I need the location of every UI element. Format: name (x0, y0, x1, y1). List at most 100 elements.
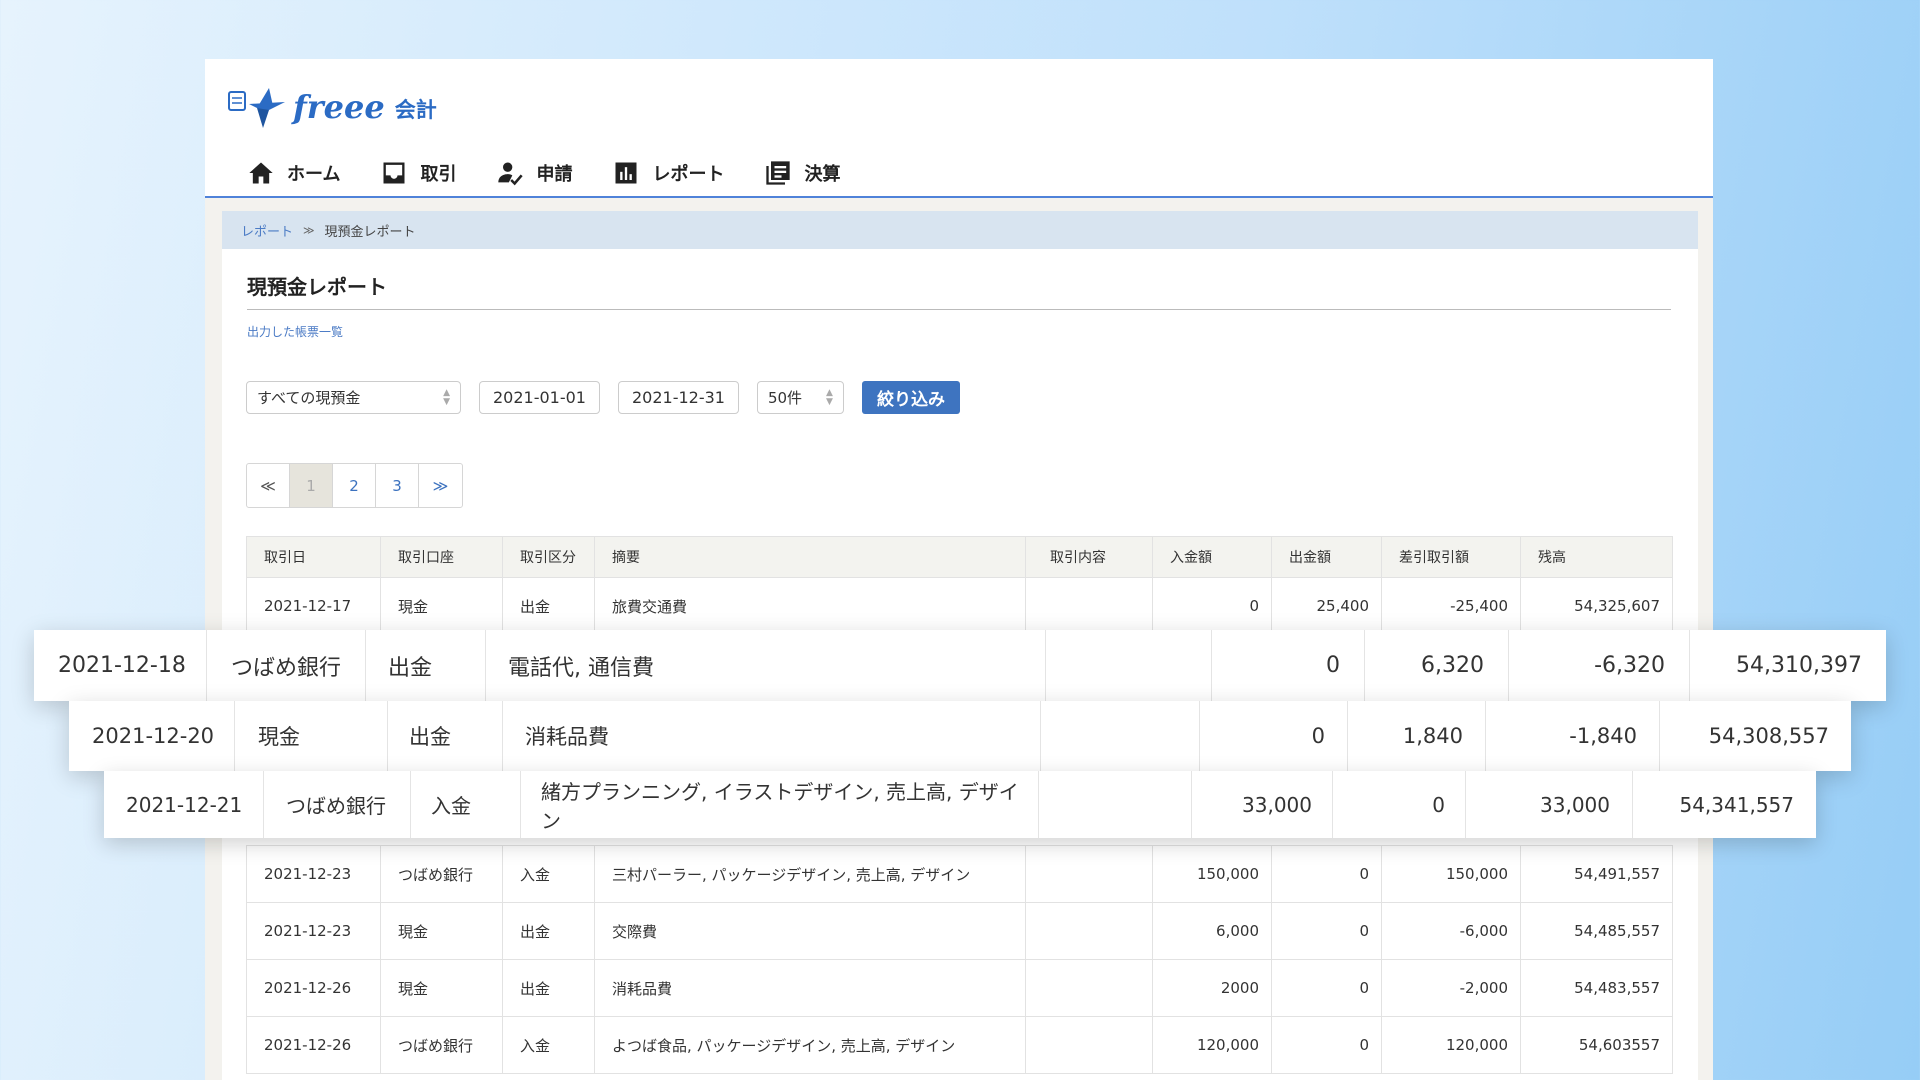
cell-memo: 三村パーラー, パッケージデザイン, 売上高, デザイン (594, 845, 1026, 903)
cell-out: 0 (1271, 902, 1382, 960)
cell-type: 入金 (502, 845, 595, 903)
cell-date: 2021-12-21 (104, 771, 264, 838)
cell-out: 0 (1333, 771, 1466, 838)
table-row[interactable]: 2021-12-17 現金 出金 旅費交通費 0 25,400 -25,400 … (246, 577, 1673, 635)
cell-account: つばめ銀行 (380, 1016, 503, 1074)
header-diff[interactable]: 差引取引額 (1381, 536, 1521, 578)
pager-first-button[interactable]: ≪ (247, 464, 290, 507)
start-date-input[interactable]: 2021-01-01 (479, 381, 600, 414)
nav-transactions[interactable]: 取引 (360, 149, 476, 197)
account-select[interactable]: すべての現預金 ▲ ▼ (246, 381, 461, 414)
cell-memo: 交際費 (594, 902, 1026, 960)
pagination: ≪ 1 2 3 ≫ (246, 463, 463, 508)
account-select-value: すべての現預金 (257, 389, 361, 407)
header-in[interactable]: 入金額 (1152, 536, 1272, 578)
cell-out: 0 (1271, 1016, 1382, 1074)
freee-logo[interactable]: freee 会計 (227, 81, 437, 133)
select-arrows-icon: ▲ ▼ (443, 387, 450, 407)
filter-submit-button[interactable]: 絞り込み (861, 381, 960, 414)
home-icon (249, 162, 273, 184)
header-balance[interactable]: 残高 (1520, 536, 1673, 578)
table-row[interactable]: 2021-12-23 つばめ銀行 入金 三村パーラー, パッケージデザイン, 売… (246, 845, 1673, 903)
cell-in: 33,000 (1192, 771, 1333, 838)
breadcrumb-reports-link[interactable]: レポート (241, 221, 293, 240)
cell-in: 6,000 (1152, 902, 1272, 960)
header-date[interactable]: 取引日 (246, 536, 381, 578)
inbox-icon (383, 162, 405, 184)
cell-account: 現金 (380, 959, 503, 1017)
cell-date: 2021-12-26 (246, 1016, 381, 1074)
cell-balance: 54,308,557 (1708, 724, 1829, 748)
table-row[interactable]: 2021-12-26 つばめ銀行 入金 よつば食品, パッケージデザイン, 売上… (246, 1016, 1673, 1074)
cell-diff: 150,000 (1381, 845, 1521, 903)
nav-closing[interactable]: 決算 (744, 149, 860, 197)
cell-type: 入金 (411, 771, 521, 838)
header-detail[interactable]: 取引内容 (1025, 536, 1153, 578)
end-date-input[interactable]: 2021-12-31 (617, 381, 739, 414)
cell-memo: 消耗品費 (594, 959, 1026, 1017)
cell-detail (1025, 577, 1153, 635)
cell-out: 25,400 (1271, 577, 1382, 635)
output-reports-link[interactable]: 出力した帳票一覧 (247, 323, 343, 340)
cell-type: 入金 (502, 1016, 595, 1074)
highlighted-row-2[interactable]: 2021-12-20 現金 出金 消耗品費 0 1,840 -1,840 54,… (69, 701, 1851, 771)
nav-requests[interactable]: 申請 (476, 149, 592, 197)
header-memo[interactable]: 摘要 (594, 536, 1026, 578)
breadcrumb: レポート ≫ 現預金レポート (222, 211, 1698, 249)
cell-type: 出金 (388, 701, 503, 771)
cell-memo: 電話代, 通信費 (486, 630, 1046, 701)
cell-balance: 54,491,557 (1520, 845, 1673, 903)
header-account[interactable]: 取引口座 (380, 536, 503, 578)
pager-last-button[interactable]: ≫ (419, 464, 462, 507)
table-row[interactable]: 2021-12-26 現金 出金 消耗品費 2000 0 -2,000 54,4… (246, 959, 1673, 1017)
cell-detail (1041, 701, 1200, 771)
cell-balance: 54,310,397 (1736, 653, 1862, 678)
pager-page-3[interactable]: 3 (376, 464, 419, 507)
cell-memo: 緒方プランニング, イラストデザイン, 売上高, デザイン (521, 771, 1039, 838)
highlighted-row-1[interactable]: 2021-12-18 つばめ銀行 出金 電話代, 通信費 0 6,320 -6,… (34, 630, 1886, 701)
cell-diff: -6,320 (1509, 630, 1690, 701)
cell-account: つばめ銀行 (264, 771, 411, 838)
cell-in: 0 (1212, 630, 1365, 701)
cell-date: 2021-12-18 (34, 630, 207, 701)
header-type[interactable]: 取引区分 (502, 536, 595, 578)
cell-diff: -1,840 (1486, 701, 1660, 771)
table-row[interactable]: 2021-12-23 現金 出金 交際費 6,000 0 -6,000 54,4… (246, 902, 1673, 960)
cell-type: 出金 (502, 577, 595, 635)
cell-memo: 消耗品費 (503, 701, 1041, 771)
nav-requests-label: 申請 (536, 164, 573, 185)
header-out[interactable]: 出金額 (1271, 536, 1382, 578)
cell-diff: 120,000 (1381, 1016, 1521, 1074)
pager-page-2[interactable]: 2 (333, 464, 376, 507)
main-nav: ホーム 取引 申請 レポート 決算 (227, 149, 860, 201)
cell-in: 150,000 (1152, 845, 1272, 903)
breadcrumb-separator: ≫ (303, 223, 315, 237)
cell-out: 6,320 (1365, 630, 1509, 701)
nav-reports-label: レポート (652, 164, 725, 185)
cell-balance: 54,325,607 (1520, 577, 1673, 635)
cell-account: 現金 (380, 577, 503, 635)
cell-detail (1025, 959, 1153, 1017)
per-page-select[interactable]: 50件 ▲ ▼ (756, 381, 844, 414)
cell-detail (1025, 902, 1153, 960)
title-divider (247, 309, 1671, 310)
cell-in: 0 (1200, 701, 1348, 771)
cell-out: 0 (1271, 959, 1382, 1017)
cell-type: 出金 (366, 630, 486, 701)
cell-account: 現金 (380, 902, 503, 960)
cell-date: 2021-12-23 (246, 845, 381, 903)
cell-date: 2021-12-17 (246, 577, 381, 635)
cell-balance: 54,341,557 (1679, 792, 1794, 817)
nav-reports[interactable]: レポート (592, 149, 745, 201)
nav-home[interactable]: ホーム (227, 149, 360, 197)
cell-diff: 33,000 (1466, 771, 1633, 838)
cell-out: 1,840 (1348, 701, 1486, 771)
paper-plane-logo-icon (228, 88, 285, 128)
cell-detail (1025, 1016, 1153, 1074)
pager-page-1[interactable]: 1 (290, 464, 333, 507)
brand-suffix: 会計 (394, 98, 437, 122)
cell-out: 0 (1271, 845, 1382, 903)
highlighted-row-3[interactable]: 2021-12-21 つばめ銀行 入金 緒方プランニング, イラストデザイン, … (104, 771, 1816, 838)
cell-diff: -2,000 (1381, 959, 1521, 1017)
page-title: 現預金レポート (247, 275, 387, 299)
